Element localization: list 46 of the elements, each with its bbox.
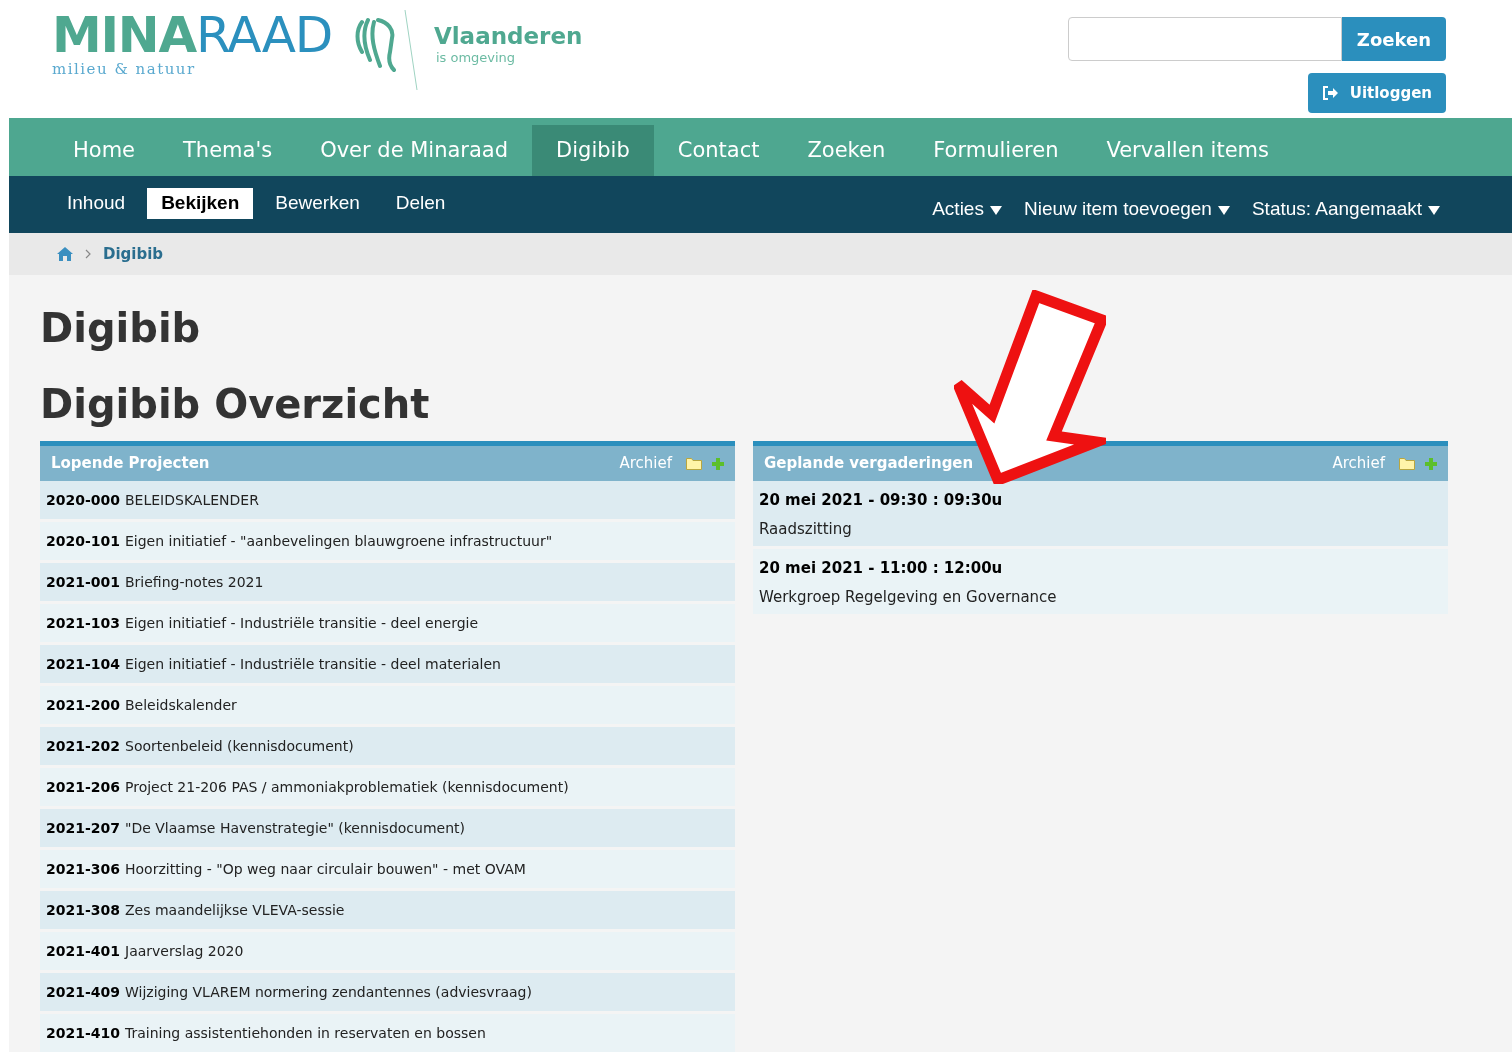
logout-icon bbox=[1321, 86, 1338, 100]
partner-name: Vlaanderen bbox=[433, 22, 583, 51]
folder-icon[interactable] bbox=[1399, 457, 1415, 470]
project-link[interactable]: 2021-200 Beleidskalender bbox=[40, 686, 735, 724]
tab[interactable]: Inhoud bbox=[53, 188, 140, 219]
caret-icon bbox=[1217, 204, 1230, 215]
project-link[interactable]: 2021-207 "De Vlaamse Havenstrategie" (kennisdocument) bbox=[40, 809, 735, 847]
menu-dropdown[interactable]: Status: Aangemaakt bbox=[1251, 195, 1440, 224]
project-link[interactable]: 2020-000 BELEIDSKALENDER bbox=[40, 481, 735, 519]
panel-title: Lopende Projecten bbox=[51, 453, 210, 475]
meeting-link[interactable]: Werkgroep Regelgeving en Governance bbox=[759, 585, 1442, 608]
breadcrumb-link[interactable]: Digibib bbox=[103, 242, 164, 266]
caret-icon bbox=[989, 204, 1002, 215]
section-title: Digibib Overzicht bbox=[40, 380, 431, 429]
meeting-date: 20 mei 2021 - 09:30 : 09:30u bbox=[759, 490, 1004, 511]
search-field[interactable] bbox=[1067, 17, 1342, 61]
project-link[interactable]: 2021-409 Wijziging VLAREM normering zendantennes (adviesvraag) bbox=[40, 973, 735, 1011]
meeting-date: 20 mei 2021 - 11:00 : 12:00u bbox=[759, 558, 1004, 579]
project-link[interactable]: 2021-202 Soortenbeleid (kennisdocument) bbox=[40, 727, 735, 765]
meeting-link[interactable]: Raadszitting bbox=[759, 517, 1442, 540]
folder-icon[interactable] bbox=[686, 457, 702, 470]
project-link[interactable]: 2021-001 Briefing-notes 2021 bbox=[40, 563, 735, 601]
menu-dropdown[interactable]: Nieuw item toevoegen bbox=[1023, 195, 1230, 224]
home-icon[interactable] bbox=[57, 247, 73, 261]
project-link[interactable]: 2020-101 Eigen initiatief - "aanbevelingen blauwgroene infrastructuur" bbox=[40, 522, 735, 560]
project-link[interactable]: 2021-410 Training assistentiehonden in reservaten en bossen bbox=[40, 1014, 735, 1052]
logout-button[interactable]: Uitloggen bbox=[1307, 73, 1446, 113]
partner-tagline: is omgeving bbox=[435, 50, 517, 64]
page-title: Digibib bbox=[40, 304, 202, 353]
project-link[interactable]: 2021-206 Project 21-206 PAS / ammoniakproblematiek (kennisdocument) bbox=[40, 768, 735, 806]
project-link[interactable]: 2021-308 Zes maandelijkse VLEVA-sessie bbox=[40, 891, 735, 929]
chevron-icon bbox=[85, 249, 91, 259]
project-link[interactable]: 2021-104 Eigen initiatief - Industriële transitie - deel materialen bbox=[40, 645, 735, 683]
menu-dropdown[interactable]: Acties bbox=[932, 195, 1002, 224]
logo-tagline: milieu & natuur bbox=[52, 62, 197, 77]
search-button[interactable]: Zoeken bbox=[1341, 17, 1446, 61]
logo-text: MINA bbox=[52, 10, 196, 60]
tab[interactable]: Bewerken bbox=[261, 188, 374, 219]
panel-title: Geplande vergaderingen bbox=[764, 453, 974, 475]
nav-link[interactable]: Digibib bbox=[532, 125, 654, 176]
project-link[interactable]: 2021-401 Jaarverslag 2020 bbox=[40, 932, 735, 970]
caret-icon bbox=[1428, 204, 1440, 215]
tab[interactable]: Bekijken bbox=[147, 188, 254, 219]
project-link[interactable]: 2021-306 Hoorzitting - "Op weg naar circulair bouwen" - met OVAM bbox=[40, 850, 735, 888]
tab[interactable]: Delen bbox=[381, 188, 460, 219]
project-link[interactable]: 2021-103 Eigen initiatief - Industriële transitie - deel energie bbox=[40, 604, 735, 642]
